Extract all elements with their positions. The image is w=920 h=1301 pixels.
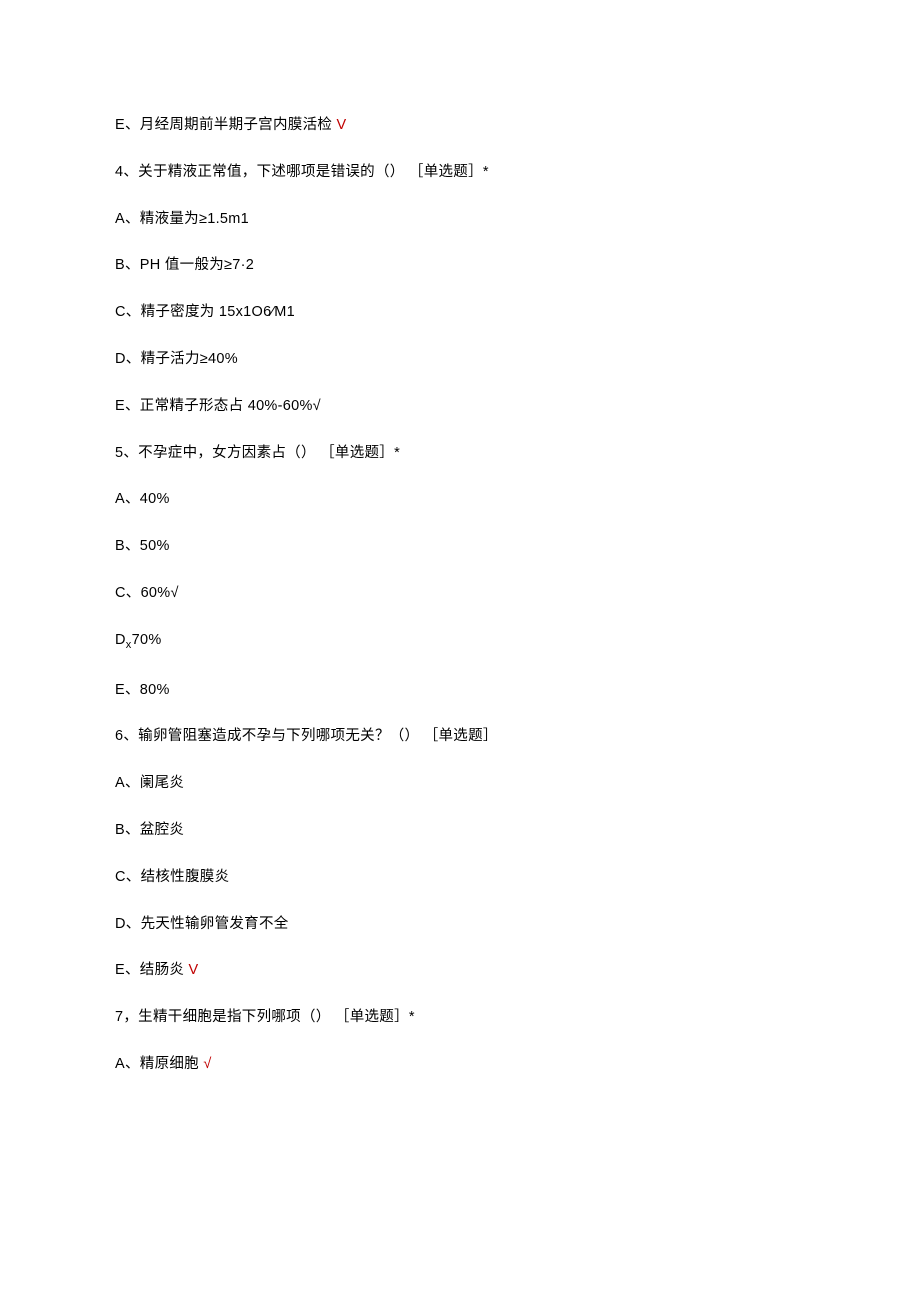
- line-text: 5、不孕症中，女方因素占（） ［单选题］*: [115, 445, 400, 461]
- text-line: A、精原细胞 √: [115, 1054, 810, 1074]
- text-line: 5、不孕症中，女方因素占（） ［单选题］*: [115, 443, 810, 463]
- line-text: A、阑尾炎: [115, 775, 184, 791]
- line-text: A、精原细胞: [115, 1056, 203, 1072]
- line-text: E、正常精子形态占 40%-60%√: [115, 398, 321, 414]
- text-line: D、先天性输卵管发育不全: [115, 914, 810, 934]
- text-line: 7，生精干细胞是指下列哪项（） ［单选题］*: [115, 1007, 810, 1027]
- line-text: C、精子密度为 15x1O6⁄M1: [115, 304, 295, 320]
- line-text: A、40%: [115, 491, 170, 507]
- line-text: C、结核性腹膜炎: [115, 869, 229, 885]
- line-text: D、先天性输卵管发育不全: [115, 916, 289, 932]
- text-line: B、PH 值一般为≥7·2: [115, 255, 810, 275]
- line-text: E、月经周期前半期子宫内膜活检: [115, 117, 337, 133]
- document-content: E、月经周期前半期子宫内膜活检 V 4、关于精液正常值，下述哪项是错误的（） ［单…: [115, 115, 810, 1074]
- line-text: B、50%: [115, 538, 170, 554]
- text-line: E、正常精子形态占 40%-60%√: [115, 396, 810, 416]
- line-text: E、80%: [115, 682, 170, 698]
- line-text: E、结肠炎: [115, 962, 189, 978]
- line-text: A、精液量为≥1.5m1: [115, 211, 249, 227]
- text-line: B、50%: [115, 536, 810, 556]
- text-line: C、结核性腹膜炎: [115, 867, 810, 887]
- text-line: 6、输卵管阻塞造成不孕与下列哪项无关？（） ［单选题］: [115, 726, 810, 746]
- text-line: E、结肠炎 V: [115, 960, 810, 980]
- line-text: C、60%√: [115, 585, 179, 601]
- option-letter: D: [115, 632, 126, 648]
- text-line: E、月经周期前半期子宫内膜活检 V: [115, 115, 810, 135]
- check-mark: V: [337, 117, 347, 133]
- line-text: B、PH 值一般为≥7·2: [115, 257, 254, 273]
- line-text: D、精子活力≥40%: [115, 351, 238, 367]
- text-line: A、40%: [115, 489, 810, 509]
- text-line: B、盆腔炎: [115, 820, 810, 840]
- line-text: 4、关于精液正常值，下述哪项是错误的（） ［单选题］*: [115, 164, 489, 180]
- check-mark: √: [203, 1056, 211, 1072]
- text-line: 4、关于精液正常值，下述哪项是错误的（） ［单选题］*: [115, 162, 810, 182]
- line-text: 7，生精干细胞是指下列哪项（） ［单选题］*: [115, 1009, 415, 1025]
- text-line: E、80%: [115, 680, 810, 700]
- text-line: C、精子密度为 15x1O6⁄M1: [115, 302, 810, 322]
- text-line: A、阑尾炎: [115, 773, 810, 793]
- line-text: B、盆腔炎: [115, 822, 184, 838]
- text-line: C、60%√: [115, 583, 810, 603]
- text-line: D、精子活力≥40%: [115, 349, 810, 369]
- text-line: A、精液量为≥1.5m1: [115, 209, 810, 229]
- check-mark: V: [189, 962, 199, 978]
- text-line: Dx70%: [115, 630, 810, 653]
- line-text: 6、输卵管阻塞造成不孕与下列哪项无关？（） ［单选题］: [115, 728, 498, 744]
- option-text: 70%: [132, 632, 162, 648]
